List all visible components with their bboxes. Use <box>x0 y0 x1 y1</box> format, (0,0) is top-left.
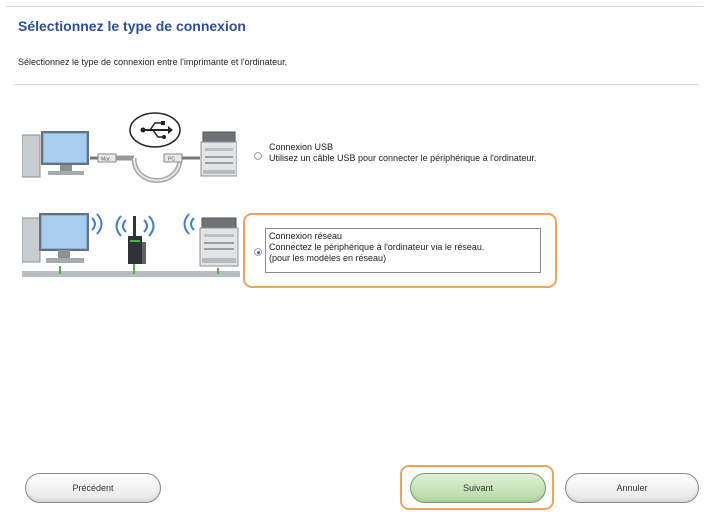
printer-icon <box>200 131 237 177</box>
printer-icon <box>199 217 239 267</box>
network-connection-illustration <box>22 213 240 277</box>
router-icon <box>115 215 155 264</box>
usb-connection-radio[interactable] <box>254 152 262 160</box>
network-option-label: Connexion réseau <box>269 231 343 241</box>
computer-icon <box>22 131 89 178</box>
cancel-button[interactable]: Annuler <box>565 473 699 503</box>
computer-icon <box>22 213 89 263</box>
wifi-icon <box>183 213 195 235</box>
wifi-icon <box>91 213 103 235</box>
usb-symbol-icon <box>129 112 181 148</box>
header-divider <box>14 84 699 85</box>
network-option-description: Connectez le périphérique à l'ordinateur… <box>269 242 485 252</box>
usb-plug-label-pc: PC <box>168 157 175 163</box>
usb-option-label: Connexion USB <box>269 142 334 152</box>
network-option-note: (pour les modèles en réseau) <box>269 253 387 263</box>
previous-button[interactable]: Précédent <box>25 473 161 503</box>
page-subtitle: Sélectionnez le type de connexion entre … <box>18 57 288 67</box>
network-option-text[interactable]: Connexion réseau Connectez le périphériq… <box>269 231 484 264</box>
usb-option-description: Utilisez un câble USB pour connecter le … <box>269 153 537 163</box>
next-button[interactable]: Suivant <box>410 473 546 503</box>
usb-option-text[interactable]: Connexion USB Utilisez un câble USB pour… <box>269 142 536 164</box>
usb-connection-illustration: Mac PC <box>22 112 237 183</box>
network-connection-radio[interactable] <box>254 248 262 256</box>
page-title: Sélectionnez le type de connexion <box>18 18 246 34</box>
usb-plug-label-mac: Mac <box>101 157 111 163</box>
